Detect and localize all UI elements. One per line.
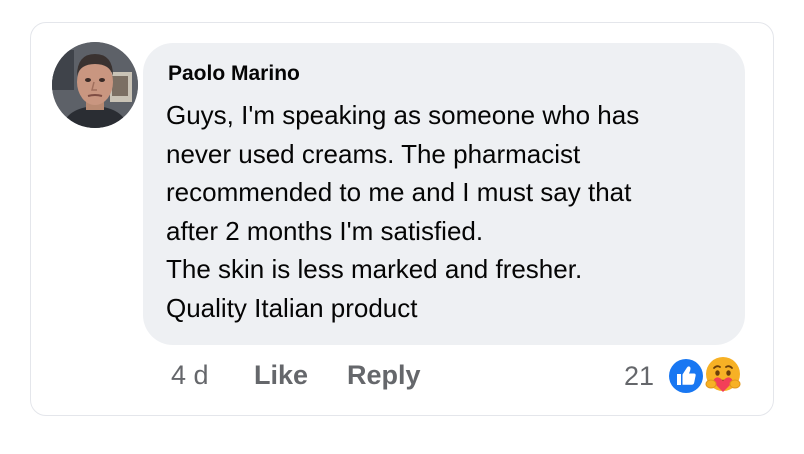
avatar-photo-icon xyxy=(52,42,138,128)
like-button[interactable]: Like xyxy=(254,360,308,391)
reply-button[interactable]: Reply xyxy=(347,360,421,391)
comment-author[interactable]: Paolo Marino xyxy=(168,62,300,86)
comment-text: Guys, I'm speaking as someone who has ne… xyxy=(166,96,726,327)
comment-text-line: Guys, I'm speaking as someone who has xyxy=(166,100,640,130)
reactions-summary[interactable]: 21 xyxy=(624,352,748,400)
comment-text-line: Quality Italian product xyxy=(166,292,418,323)
like-reaction-icon xyxy=(667,357,705,395)
comment-text-line: after 2 months I'm satisfied. xyxy=(166,215,484,246)
comment-text-line: The skin is less marked and fresher. xyxy=(166,254,583,284)
avatar[interactable] xyxy=(52,42,138,128)
reaction-count[interactable]: 21 xyxy=(624,361,654,392)
comment-timestamp[interactable]: 4 d xyxy=(171,360,209,391)
care-reaction-icon xyxy=(703,355,743,395)
comment-text-line: never used creams. The pharmacist xyxy=(166,138,581,169)
comment-text-line: recommended to me and I must say that xyxy=(166,177,632,207)
